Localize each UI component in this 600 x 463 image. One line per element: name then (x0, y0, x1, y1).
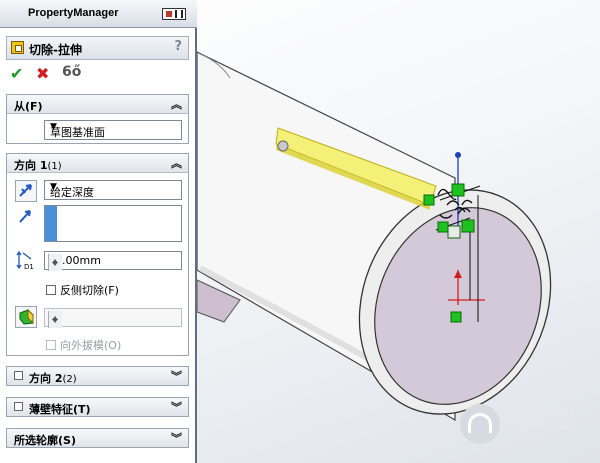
collapse-icon[interactable]: ︽ (171, 155, 182, 171)
chevron-down-icon: ▼ (50, 122, 57, 132)
router-logo-icon (460, 404, 500, 444)
relation-marker (423, 194, 435, 206)
selected-contours-group[interactable]: 所选轮廓(S) ︾ (6, 428, 189, 448)
draft-outward-checkbox[interactable]: 向外拔模(O) (46, 337, 121, 353)
draft-angle-spinner[interactable] (48, 311, 62, 328)
thin-feature-group-header[interactable]: 薄壁特征(T) ︾ (7, 398, 188, 416)
relation-marker (447, 225, 461, 239)
direction1-group-header[interactable]: 方向 1(1) ︽ (7, 154, 188, 173)
help-icon[interactable]: ? (174, 39, 182, 54)
feature-title: 切除-拉伸 (29, 43, 82, 57)
start-condition-select[interactable]: 草图基准面 ▼ (44, 120, 182, 140)
property-manager-title: PropertyManager (28, 7, 119, 19)
property-manager-panel: PropertyManager 切除-拉伸 ? ✔ ✖ 6ő 从(F) ︽ 草图… (0, 0, 197, 463)
direction1-group: 方向 1(1) ︽ 给定深度 ▼ D1 30.00mm 反侧切除(F) 向外拔模… (6, 153, 189, 356)
flip-side-cut-checkbox[interactable]: 反侧切除(F) (46, 282, 119, 298)
checkbox-box[interactable] (46, 285, 56, 295)
watermark-url: luyouqi.com (510, 431, 572, 442)
thin-feature-group[interactable]: 薄壁特征(T) ︾ (6, 397, 189, 417)
direction-vector-icon (17, 208, 33, 227)
cancel-icon[interactable]: ✖ (36, 64, 49, 83)
expand-icon[interactable]: ︾ (171, 368, 182, 384)
from-group-title: 从(F) (14, 100, 43, 113)
expand-icon[interactable]: ︾ (171, 399, 182, 415)
from-group: 从(F) ︽ 草图基准面 ▼ (6, 94, 189, 144)
thin-feature-checkbox[interactable] (14, 402, 23, 411)
reverse-direction-icon[interactable] (15, 180, 37, 202)
collapse-icon[interactable]: ︽ (171, 96, 182, 112)
depth-input[interactable]: 30.00mm (44, 251, 182, 271)
relation-marker (451, 183, 465, 197)
draft-angle-input[interactable] (44, 308, 182, 328)
direction-selection-box[interactable] (44, 205, 182, 242)
from-group-header[interactable]: 从(F) ︽ (7, 95, 188, 114)
selection-focus-bar (45, 206, 57, 241)
cut-extrude-icon (11, 41, 24, 54)
detailed-preview-icon[interactable]: 6ő (62, 64, 81, 80)
direction2-group[interactable]: 方向 2(2) ︾ (6, 366, 189, 386)
property-manager-tab[interactable]: PropertyManager (0, 0, 197, 28)
direction1-group-title: 方向 1(1) (14, 159, 62, 172)
depth-dimension-icon: D1 (15, 249, 37, 274)
direction2-group-title: 方向 2(2) (29, 372, 77, 385)
watermark: 路由器 luyouqi.com (460, 402, 595, 452)
direction2-group-header[interactable]: 方向 2(2) ︾ (7, 367, 188, 385)
depth-spinner[interactable] (48, 254, 62, 271)
selected-contours-group-title: 所选轮廓(S) (14, 434, 76, 447)
relation-marker (461, 219, 475, 233)
relation-marker (437, 221, 449, 233)
watermark-brand: 路由器 (507, 408, 577, 433)
checkbox-box[interactable] (46, 340, 56, 350)
end-condition-select[interactable]: 给定深度 ▼ (44, 180, 182, 200)
draft-toggle-icon[interactable] (15, 306, 37, 328)
feature-header: 切除-拉伸 ? (6, 36, 189, 60)
selected-contours-group-header[interactable]: 所选轮廓(S) ︾ (7, 429, 188, 447)
thin-feature-group-title: 薄壁特征(T) (29, 403, 91, 416)
pin-icon[interactable] (162, 8, 186, 20)
expand-icon[interactable]: ︾ (171, 430, 182, 446)
relation-marker (450, 311, 462, 323)
svg-text:D1: D1 (24, 263, 34, 271)
chevron-down-icon: ▼ (50, 182, 57, 192)
ok-icon[interactable]: ✔ (10, 64, 23, 83)
sketch-point-handle (277, 140, 289, 152)
direction2-checkbox[interactable] (14, 371, 23, 380)
